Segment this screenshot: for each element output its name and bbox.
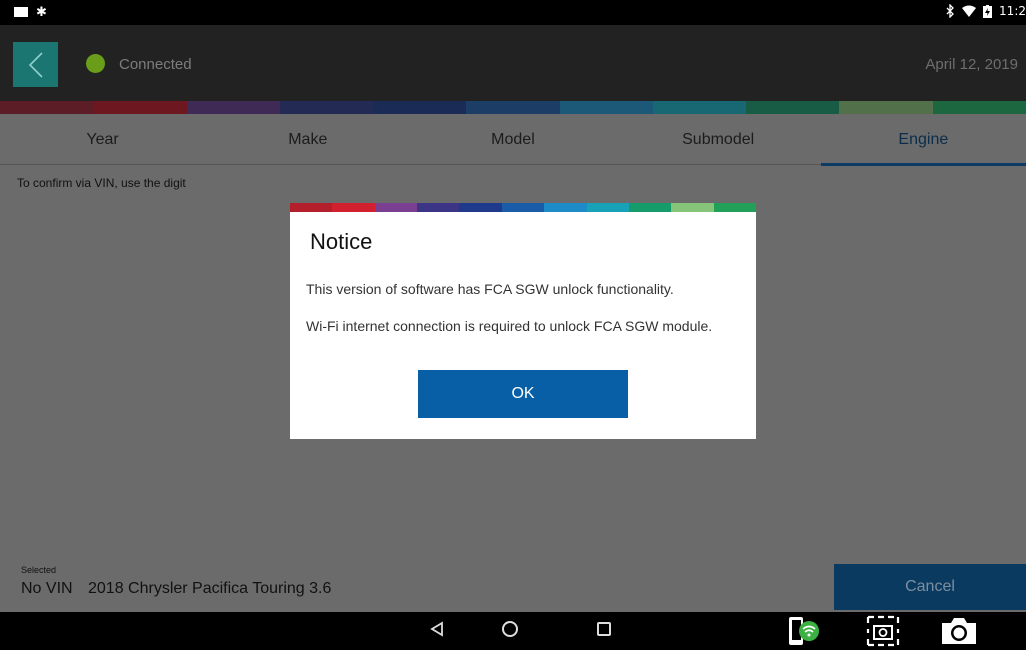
nav-recents-icon[interactable] (597, 622, 611, 636)
wifi-icon (962, 5, 977, 17)
tab-model[interactable]: Model (410, 114, 615, 165)
battery-icon (983, 4, 993, 18)
vin-instruction: To confirm via VIN, use the digit (17, 176, 186, 190)
dialog-message-wifi: Wi-Fi internet connection is required to… (306, 318, 713, 334)
camera-icon[interactable] (940, 616, 978, 646)
selected-caption: Selected (21, 565, 57, 575)
connection-status-label: Connected (119, 56, 192, 73)
clock: 11:2 (999, 4, 1026, 18)
status-bar: ✱ 11:2 (0, 0, 1026, 25)
tab-engine[interactable]: Engine (820, 114, 1026, 166)
back-chevron-icon (28, 51, 43, 78)
selected-vin: No VIN (21, 580, 73, 597)
nav-home-icon[interactable] (502, 621, 518, 637)
wifi-app-icon[interactable] (787, 615, 827, 647)
system-nav-bar (0, 612, 1026, 650)
dialog-title: Notice (310, 229, 373, 254)
app-header: Connected April 12, 2019 (0, 25, 1026, 101)
ok-button[interactable]: OK (418, 370, 628, 418)
tab-submodel[interactable]: Submodel (616, 114, 821, 165)
brand-color-strip (0, 101, 1026, 114)
cancel-button[interactable]: Cancel (834, 564, 1026, 610)
notice-dialog: Notice This version of software has FCA … (290, 203, 756, 439)
selection-tabs: Year Make Model Submodel Engine (0, 114, 1026, 166)
tab-year[interactable]: Year (0, 114, 205, 165)
tab-make[interactable]: Make (205, 114, 410, 165)
dialog-message: This version of software has FCA SGW unl… (306, 281, 674, 297)
screenshot-select-icon[interactable] (866, 615, 902, 647)
nav-back-icon[interactable] (430, 621, 444, 637)
bluetooth-icon (946, 4, 954, 18)
back-button[interactable] (13, 42, 58, 87)
gear-icon: ✱ (36, 4, 47, 19)
date-label: April 12, 2019 (925, 56, 1018, 73)
dialog-color-strip (290, 203, 756, 212)
connection-status-dot (86, 54, 105, 73)
selected-vehicle: 2018 Chrysler Pacifica Touring 3.6 (88, 580, 332, 597)
notification-rect-icon (14, 7, 28, 17)
